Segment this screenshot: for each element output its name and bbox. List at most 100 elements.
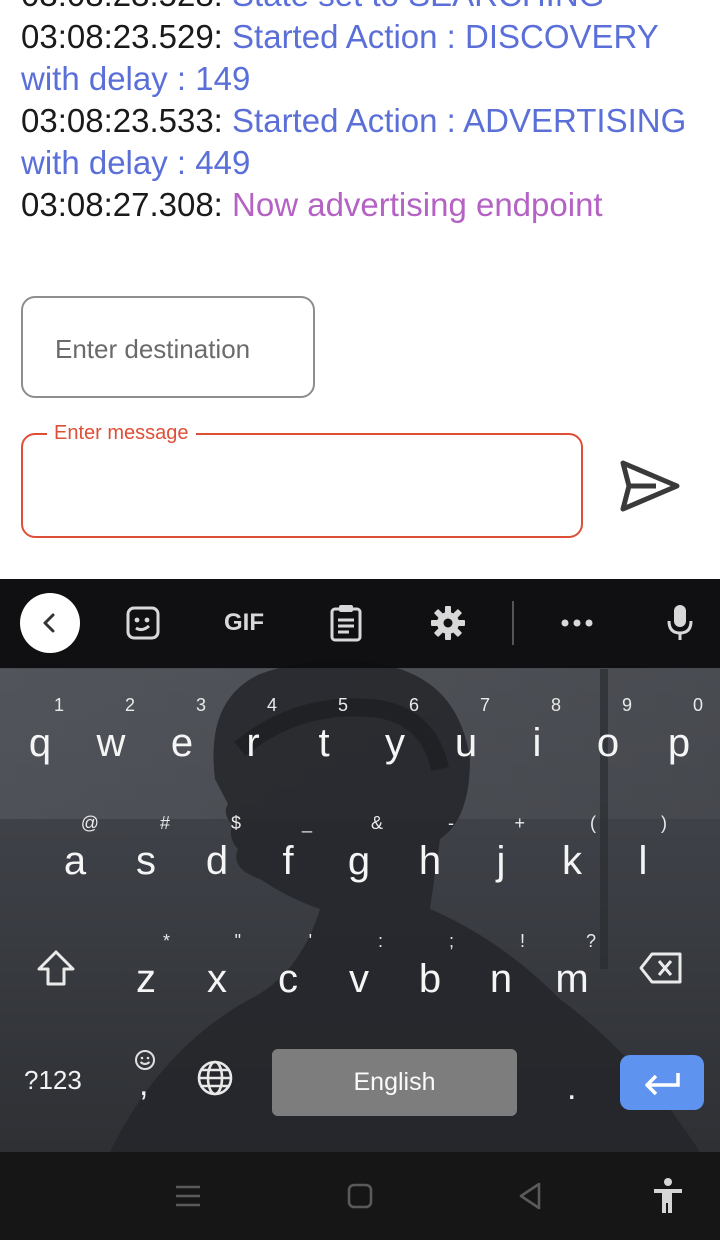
language-key[interactable] [196,1059,236,1099]
key-hint: 8 [550,695,561,715]
key-j[interactable]: + j [467,801,535,901]
key-hint: 3 [195,695,206,715]
key-a[interactable]: @ a [41,801,109,901]
key-b[interactable]: ; b [396,919,464,1019]
log-timestamp: 03:08:23.533: [21,102,223,139]
key-hint: 1 [53,695,64,715]
key-hint: ( [590,813,596,833]
key-label: q [28,721,52,765]
sticker-icon [126,606,160,640]
key-label: n [489,957,513,1001]
gif-button[interactable]: GIF [214,593,274,653]
key-label: g [347,839,371,883]
shift-icon [37,950,75,986]
destination-field[interactable] [21,296,315,398]
key-r[interactable]: 4r [219,683,287,783]
key-v[interactable]: :v [325,919,393,1019]
more-button[interactable] [547,593,607,653]
space-key[interactable]: English [272,1049,517,1116]
key-hint: 5 [337,695,348,715]
menu-icon [176,1185,200,1207]
message-field-label: Enter message [47,420,196,446]
send-button[interactable] [616,456,684,516]
back-button[interactable] [510,1178,550,1214]
shift-key[interactable] [22,917,90,1017]
key-q[interactable]: 1q [6,683,74,783]
key-label: r [246,721,260,765]
key-hint: ! [519,931,525,951]
key-hint: 6 [408,695,419,715]
key-hint: ; [448,931,454,951]
system-navigation-bar [0,1152,720,1240]
symbols-key[interactable]: ?123 [24,1065,82,1096]
comma-label: , [139,1065,149,1103]
log-view: 03:08:23.528: State set to SEARCHING 03:… [21,0,711,226]
message-input[interactable] [53,469,557,511]
period-key[interactable]: . [567,1069,576,1108]
home-button[interactable] [340,1178,380,1214]
enter-key[interactable] [620,1055,704,1110]
destination-input[interactable] [53,328,297,370]
key-hint: " [234,931,241,951]
key-l[interactable]: ) l [609,801,677,901]
key-hint: @ [80,813,99,833]
recents-button[interactable] [168,1178,208,1214]
enter-icon [645,1072,680,1095]
key-u[interactable]: 7u [432,683,500,783]
key-label: a [63,839,87,883]
key-k[interactable]: (k [538,801,606,901]
key-h[interactable]: -h [396,801,464,901]
key-label: x [207,957,227,1001]
key-label: t [318,721,330,765]
key-d[interactable]: $ d [183,801,251,901]
key-hint: & [370,813,383,833]
key-o[interactable]: 9o [574,683,642,783]
key-hint: 7 [479,695,490,715]
toolbar-back-button[interactable] [20,593,80,653]
key-label: p [667,721,691,765]
key-label: f [282,839,294,883]
key-hint: * [162,931,170,951]
key-label: c [278,957,298,1001]
key-n[interactable]: ! n [467,919,535,1019]
sticker-button[interactable] [113,593,173,653]
accessibility-button[interactable] [648,1178,688,1214]
key-label: z [136,957,156,1001]
voice-input-button[interactable] [650,593,710,653]
key-p[interactable]: 0p [645,683,713,783]
log-line: 03:08:27.308: Now advertising endpoint [21,184,711,226]
settings-button[interactable] [418,593,478,653]
key-t[interactable]: 5t [290,683,358,783]
key-hint: _ [301,813,312,833]
key-x[interactable]: " x [183,919,251,1019]
key-y[interactable]: 6y [361,683,429,783]
key-g[interactable]: & g [325,801,393,901]
log-line: 03:08:23.528: State set to SEARCHING [21,0,711,16]
gif-label: GIF [224,609,264,636]
keyboard-toolbar: GIF [0,579,720,668]
key-label: d [205,839,229,883]
accessibility-icon [654,1178,682,1213]
key-i[interactable]: 8i [503,683,571,783]
key-m[interactable]: ? m [538,919,606,1019]
comma-key[interactable]: , [126,1045,166,1125]
key-hint: ' [308,931,312,951]
key-w[interactable]: 2w [77,683,145,783]
key-label: l [638,839,648,883]
key-e[interactable]: 3e [148,683,216,783]
globe-icon [197,1060,233,1096]
message-field[interactable]: Enter message [21,420,583,538]
key-f[interactable]: _ f [254,801,322,901]
key-z[interactable]: * z [112,919,180,1019]
key-label: o [596,721,620,765]
send-icon [620,460,680,512]
clipboard-button[interactable] [316,593,376,653]
key-c[interactable]: ' c [254,919,322,1019]
log-line: 03:08:23.533: Started Action : ADVERTISI… [21,100,711,184]
key-s[interactable]: # s [112,801,180,901]
backspace-key[interactable] [628,917,696,1017]
microphone-icon [667,605,693,640]
key-hint: $ [230,813,241,833]
key-hint: : [377,931,383,951]
key-label: e [170,721,194,765]
